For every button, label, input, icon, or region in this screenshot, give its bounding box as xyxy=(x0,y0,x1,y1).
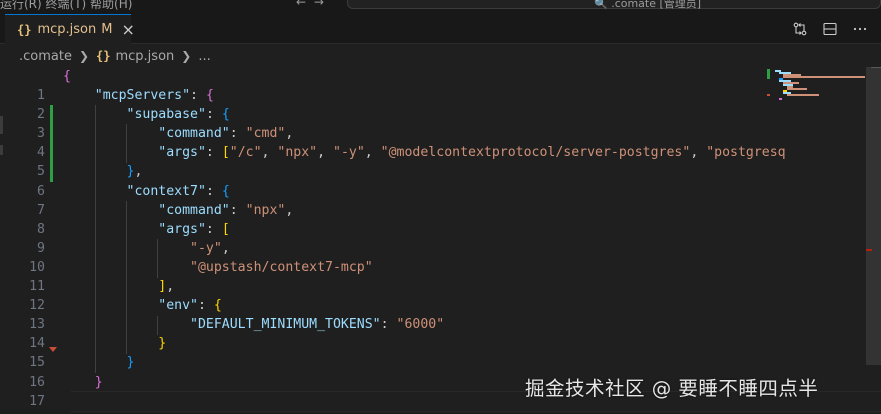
json-file-icon: {} xyxy=(96,49,111,63)
json-string: "@modelcontextprotocol/server-postgres" xyxy=(380,145,691,161)
code-line: 7 "context7": { xyxy=(0,182,881,218)
json-key: "supabase" xyxy=(126,107,206,123)
command-center[interactable]: 🔍 .comate [管理员] xyxy=(347,0,881,10)
json-string: "@upstash/context7-mcp" xyxy=(190,259,373,275)
json-string: "cmd" xyxy=(245,126,286,142)
title-bar: 运行(R) 终端(T) 帮助(H) ← → 🔍 .comate [管理员] xyxy=(0,0,881,14)
git-compare-icon[interactable] xyxy=(789,19,811,39)
code-line: 3 "supabase": { xyxy=(0,105,881,141)
modified-indicator: M xyxy=(101,22,113,37)
error-overview-marker xyxy=(866,249,872,251)
code-line: 1 { xyxy=(0,67,881,103)
json-string: "-y" xyxy=(190,240,222,256)
code-line: 10 "-y", xyxy=(0,239,881,275)
json-key: "env" xyxy=(158,298,198,314)
code-line: 9 "args": [ xyxy=(0,220,881,256)
code-editor[interactable]: 1 { 2 "mcpServers": { 3 "supabase": { 4 … xyxy=(0,67,881,414)
scrollbar-thumb[interactable] xyxy=(866,67,881,365)
json-string: "/c" xyxy=(229,145,262,161)
tab-mcp-json[interactable]: {} mcp.json M × xyxy=(5,14,135,44)
minimap[interactable] xyxy=(763,67,865,414)
code-line: 16 } xyxy=(0,353,881,389)
code-line: 14 "DEFAULT_MINIMUM_TOKENS": "6000" xyxy=(0,315,881,351)
json-key: "command" xyxy=(158,126,230,142)
watermark: 掘金技术社区 @ 要睡不睡四点半 xyxy=(525,377,819,400)
json-key: "mcpServers" xyxy=(94,88,191,104)
chevron-right-icon: ❯ xyxy=(181,49,192,63)
json-string: "-y" xyxy=(333,145,365,161)
json-file-icon: {} xyxy=(17,22,32,37)
breadcrumb-folder[interactable]: .comate xyxy=(19,49,72,64)
json-key: "args" xyxy=(158,221,206,237)
code-line: 11 "@upstash/context7-mcp" xyxy=(0,258,881,294)
editor-tab-bar: {} mcp.json M × xyxy=(0,14,881,44)
code-line: 5 "args": ["/c", "npx", "-y", "@modelcon… xyxy=(0,143,881,179)
code-line: 12 ], xyxy=(0,277,881,313)
code-line: 2 "mcpServers": { xyxy=(0,86,881,122)
code-line: 8 "command": "npx", xyxy=(0,201,881,237)
breadcrumb-symbol[interactable]: ... xyxy=(198,49,210,64)
breadcrumb: .comate ❯ {} mcp.json ❯ ... xyxy=(0,45,881,67)
json-string: "npx" xyxy=(245,202,286,218)
split-editor-icon[interactable] xyxy=(819,19,841,39)
tab-label: mcp.json xyxy=(37,22,97,37)
more-actions-icon[interactable] xyxy=(849,19,871,39)
json-key: "context7" xyxy=(126,183,206,199)
editor-actions xyxy=(789,19,871,39)
code-line: 6 }, xyxy=(0,162,881,198)
navigation-arrows[interactable]: ← → xyxy=(296,0,326,9)
json-string: "npx" xyxy=(277,145,318,161)
code-line: 15 } xyxy=(0,334,881,370)
chevron-right-icon: ❯ xyxy=(78,49,90,63)
vertical-scrollbar[interactable] xyxy=(866,67,881,414)
code-line: 13 "env": { xyxy=(0,296,881,332)
close-icon[interactable]: × xyxy=(121,20,134,39)
code-lines: 1 { 2 "mcpServers": { 3 "supabase": { 4 … xyxy=(0,67,881,414)
json-key: "DEFAULT_MINIMUM_TOKENS" xyxy=(190,317,381,333)
json-key: "args" xyxy=(158,145,206,161)
json-string: "6000" xyxy=(396,317,445,333)
json-key: "command" xyxy=(158,202,230,218)
code-line: 4 "command": "cmd", xyxy=(0,124,881,160)
command-center-label: 🔍 .comate [管理员] xyxy=(594,0,702,10)
breadcrumb-file[interactable]: mcp.json xyxy=(115,49,174,64)
menu-bar[interactable]: 运行(R) 终端(T) 帮助(H) xyxy=(0,0,132,12)
